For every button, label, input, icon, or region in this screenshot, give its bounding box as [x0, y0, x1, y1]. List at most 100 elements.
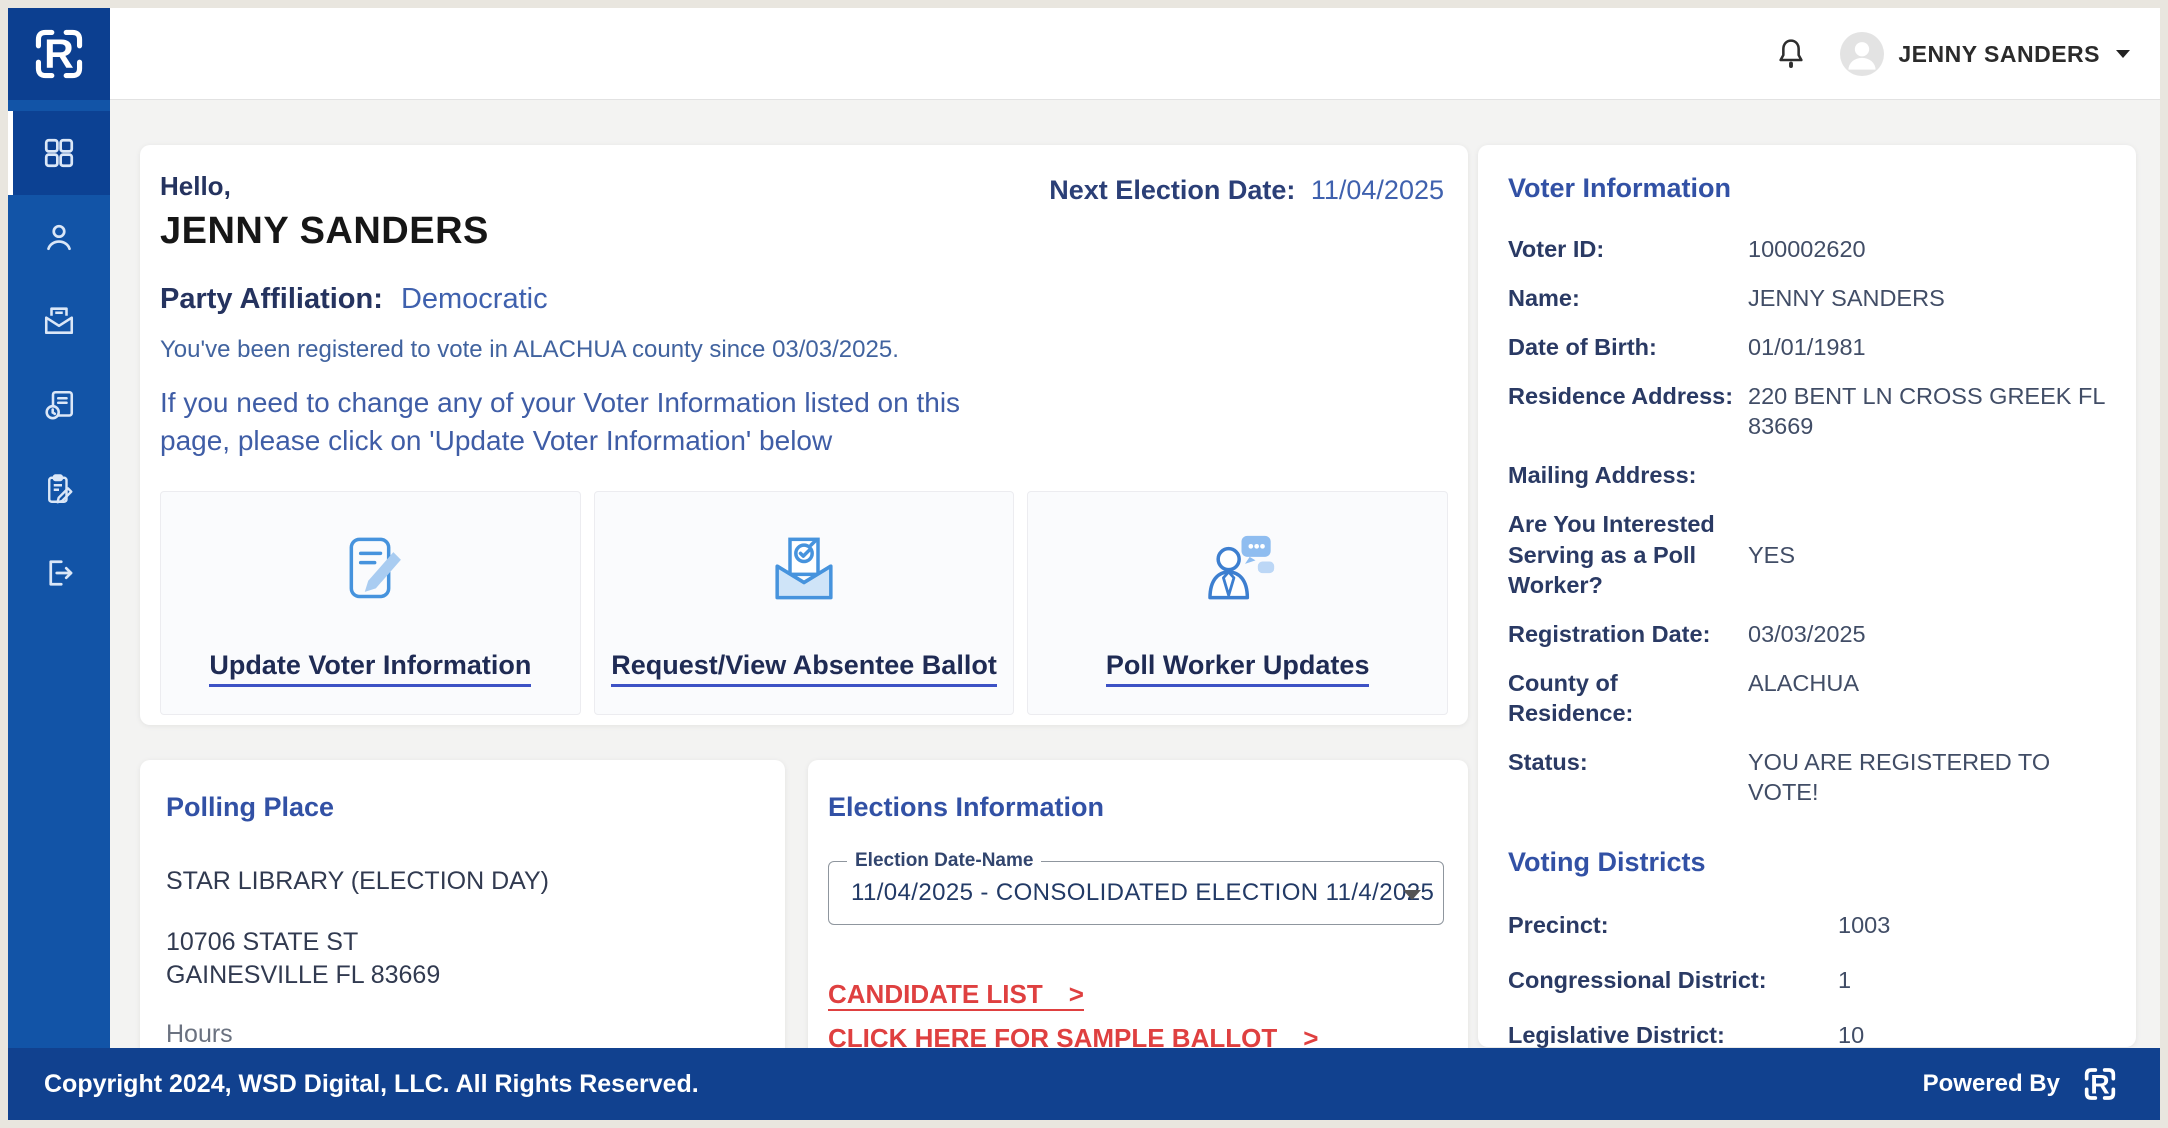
legislative-district-row: Legislative District: 10	[1508, 1022, 2121, 1048]
status-row: Status: YOU ARE REGISTERED TO VOTE!	[1508, 747, 2121, 807]
field-label: Date of Birth:	[1508, 334, 1657, 361]
topbar-right: JENNY SANDERS	[1772, 8, 2130, 100]
address-line-1: 10706 STATE ST	[166, 928, 359, 956]
app-footer: Copyright 2024, WSD Digital, LLC. All Ri…	[8, 1048, 2160, 1120]
voter-id-row: Voter ID: 100002620	[1508, 234, 2121, 264]
voter-information-title: Voter Information	[1508, 173, 1732, 203]
party-value: Democratic	[400, 283, 548, 315]
topbar: R JENNY SANDERS	[8, 8, 2160, 100]
link-label: CANDIDATE LIST	[828, 979, 1043, 1009]
person-icon	[47, 224, 71, 251]
candidate-list-link[interactable]: CANDIDATE LIST >	[828, 981, 1084, 1011]
party-label: Party Affiliation:	[160, 283, 383, 315]
field-label: Voter ID:	[1508, 236, 1605, 262]
field-value: 10	[1838, 1022, 1865, 1048]
brand-r-mark-icon: R	[35, 29, 83, 79]
field-label: Status:	[1508, 748, 1588, 775]
document-clock-icon	[45, 390, 74, 420]
logo-letter: R	[44, 30, 74, 76]
logo-letter: R	[2090, 1069, 2109, 1099]
greeting-block: Hello, JENNY SANDERS	[160, 171, 489, 253]
election-select-label: Election Date-Name	[847, 850, 1042, 872]
county-of-residence-row: County of Residence: ALACHUA	[1508, 668, 2121, 728]
field-value: YOU ARE REGISTERED TO VOTE!	[1748, 748, 2051, 806]
residence-address-row: Residence Address: 220 BENT LN CROSS GRE…	[1508, 381, 2121, 441]
election-links: CANDIDATE LIST > CLICK HERE FOR SAMPLE BA…	[828, 981, 1444, 1048]
avatar	[1840, 32, 1885, 76]
ballot-envelope-icon	[762, 520, 846, 624]
link-label: CLICK HERE FOR SAMPLE BALLOT	[828, 1023, 1278, 1048]
sidebar-item-absentee-ballot[interactable]	[8, 279, 110, 363]
notification-bell-icon[interactable]	[1772, 35, 1810, 73]
polling-place-address: 10706 STATE ST GAINESVILLE FL 83669	[166, 926, 759, 992]
mail-ballot-icon	[44, 307, 74, 334]
sidebar-item-dashboard[interactable]	[8, 111, 110, 195]
sample-ballot-link[interactable]: CLICK HERE FOR SAMPLE BALLOT >	[828, 1025, 1318, 1048]
brand-r-mark-footer-icon: R	[2084, 1068, 2116, 1100]
congressional-district-row: Congressional District: 1	[1508, 967, 2121, 994]
field-value: 03/03/2025	[1748, 620, 1866, 647]
update-hint-text: If you need to change any of your Voter …	[160, 387, 961, 456]
link-arrow-icon: >	[1068, 979, 1084, 1009]
polling-place-title: Polling Place	[166, 792, 335, 822]
app-window: R JENNY SANDERS Hello, JENNY SANDERS Nex…	[0, 0, 2168, 1128]
poll-worker-updates-card[interactable]: Poll Worker Updates	[1027, 491, 1449, 716]
sidebar-item-profile[interactable]	[8, 195, 110, 279]
main-content: Hello, JENNY SANDERS Next Election Date:…	[110, 100, 2160, 1048]
request-absentee-ballot-card[interactable]: Request/View Absentee Ballot	[593, 491, 1015, 716]
link-arrow-icon: >	[1303, 1023, 1319, 1048]
hours-label: Hours	[166, 1020, 233, 1048]
field-label: Congressional District:	[1508, 967, 1767, 994]
election-date-select[interactable]: Election Date-Name 11/04/2025 - CONSOLID…	[828, 850, 1444, 925]
dashboard-grid-icon	[44, 138, 74, 168]
sidebar	[8, 100, 110, 1048]
sidebar-item-voting-history[interactable]	[8, 363, 110, 447]
field-value: YES	[1748, 541, 1796, 568]
voter-information-panel: Voter Information Voter ID: 100002620 Na…	[1478, 145, 2136, 1048]
poll-worker-chat-icon	[1196, 520, 1280, 624]
action-label: Request/View Absentee Ballot	[611, 650, 997, 687]
field-value: 220 BENT LN CROSS GREEK FL 83669	[1748, 383, 2105, 440]
party-affiliation: Party Affiliation: Democratic	[160, 283, 1448, 316]
address-line-2: GAINESVILLE FL 83669	[166, 961, 441, 989]
field-value: ALACHUA	[1748, 669, 1860, 696]
poll-worker-interest-row: Are You Interested Serving as a Poll Wor…	[1508, 509, 2121, 599]
next-election-date: Next Election Date: 11/04/2025	[1049, 175, 1448, 206]
update-voter-information-card[interactable]: Update Voter Information	[160, 491, 581, 716]
field-label: Residence Address:	[1508, 383, 1734, 410]
field-label: Legislative District:	[1508, 1022, 1725, 1048]
registration-date-row: Registration Date: 03/03/2025	[1508, 619, 2121, 649]
field-value: 100002620	[1748, 236, 1866, 262]
field-value: 1	[1838, 967, 1852, 994]
sign-out-icon	[49, 560, 73, 586]
copyright-text: Copyright 2024, WSD Digital, LLC. All Ri…	[44, 1069, 699, 1098]
quick-actions: Update Voter Information Request/View Ab…	[160, 491, 1449, 716]
greeting: Hello,	[160, 171, 231, 201]
app-logo[interactable]: R	[8, 8, 110, 100]
user-menu[interactable]: JENNY SANDERS	[1840, 32, 2130, 76]
user-name: JENNY SANDERS	[1898, 40, 2100, 67]
field-value: 01/01/1981	[1748, 334, 1866, 361]
elections-information-card: Elections Information Election Date-Name…	[808, 760, 1468, 1048]
powered-by-label: Powered By	[1922, 1070, 2060, 1097]
field-value: JENNY SANDERS	[1748, 285, 1945, 312]
field-value: 1003	[1838, 912, 1891, 939]
elections-title: Elections Information	[828, 792, 1105, 822]
field-label: County of Residence:	[1508, 669, 1634, 726]
chevron-down-icon	[2116, 50, 2130, 58]
sidebar-item-logout[interactable]	[8, 531, 110, 615]
polling-place-name: STAR LIBRARY (ELECTION DAY)	[166, 867, 549, 895]
powered-by: Powered By R	[1923, 1060, 2124, 1108]
document-edit-icon	[328, 520, 412, 624]
sidebar-item-poll-worker[interactable]	[8, 447, 110, 531]
screen: R JENNY SANDERS Hello, JENNY SANDERS Nex…	[8, 8, 2160, 1120]
field-label: Mailing Address:	[1508, 462, 1697, 489]
name-row: Name: JENNY SANDERS	[1508, 283, 2121, 313]
field-label: Registration Date:	[1508, 620, 1711, 647]
welcome-card: Hello, JENNY SANDERS Next Election Date:…	[140, 145, 1468, 725]
registered-since-text: You've been registered to vote in ALACHU…	[160, 336, 899, 363]
select-caret-icon	[1403, 890, 1421, 900]
action-label: Poll Worker Updates	[1105, 650, 1370, 687]
polling-place-card: Polling Place STAR LIBRARY (ELECTION DAY…	[140, 760, 785, 1048]
field-label: Precinct:	[1508, 912, 1609, 939]
